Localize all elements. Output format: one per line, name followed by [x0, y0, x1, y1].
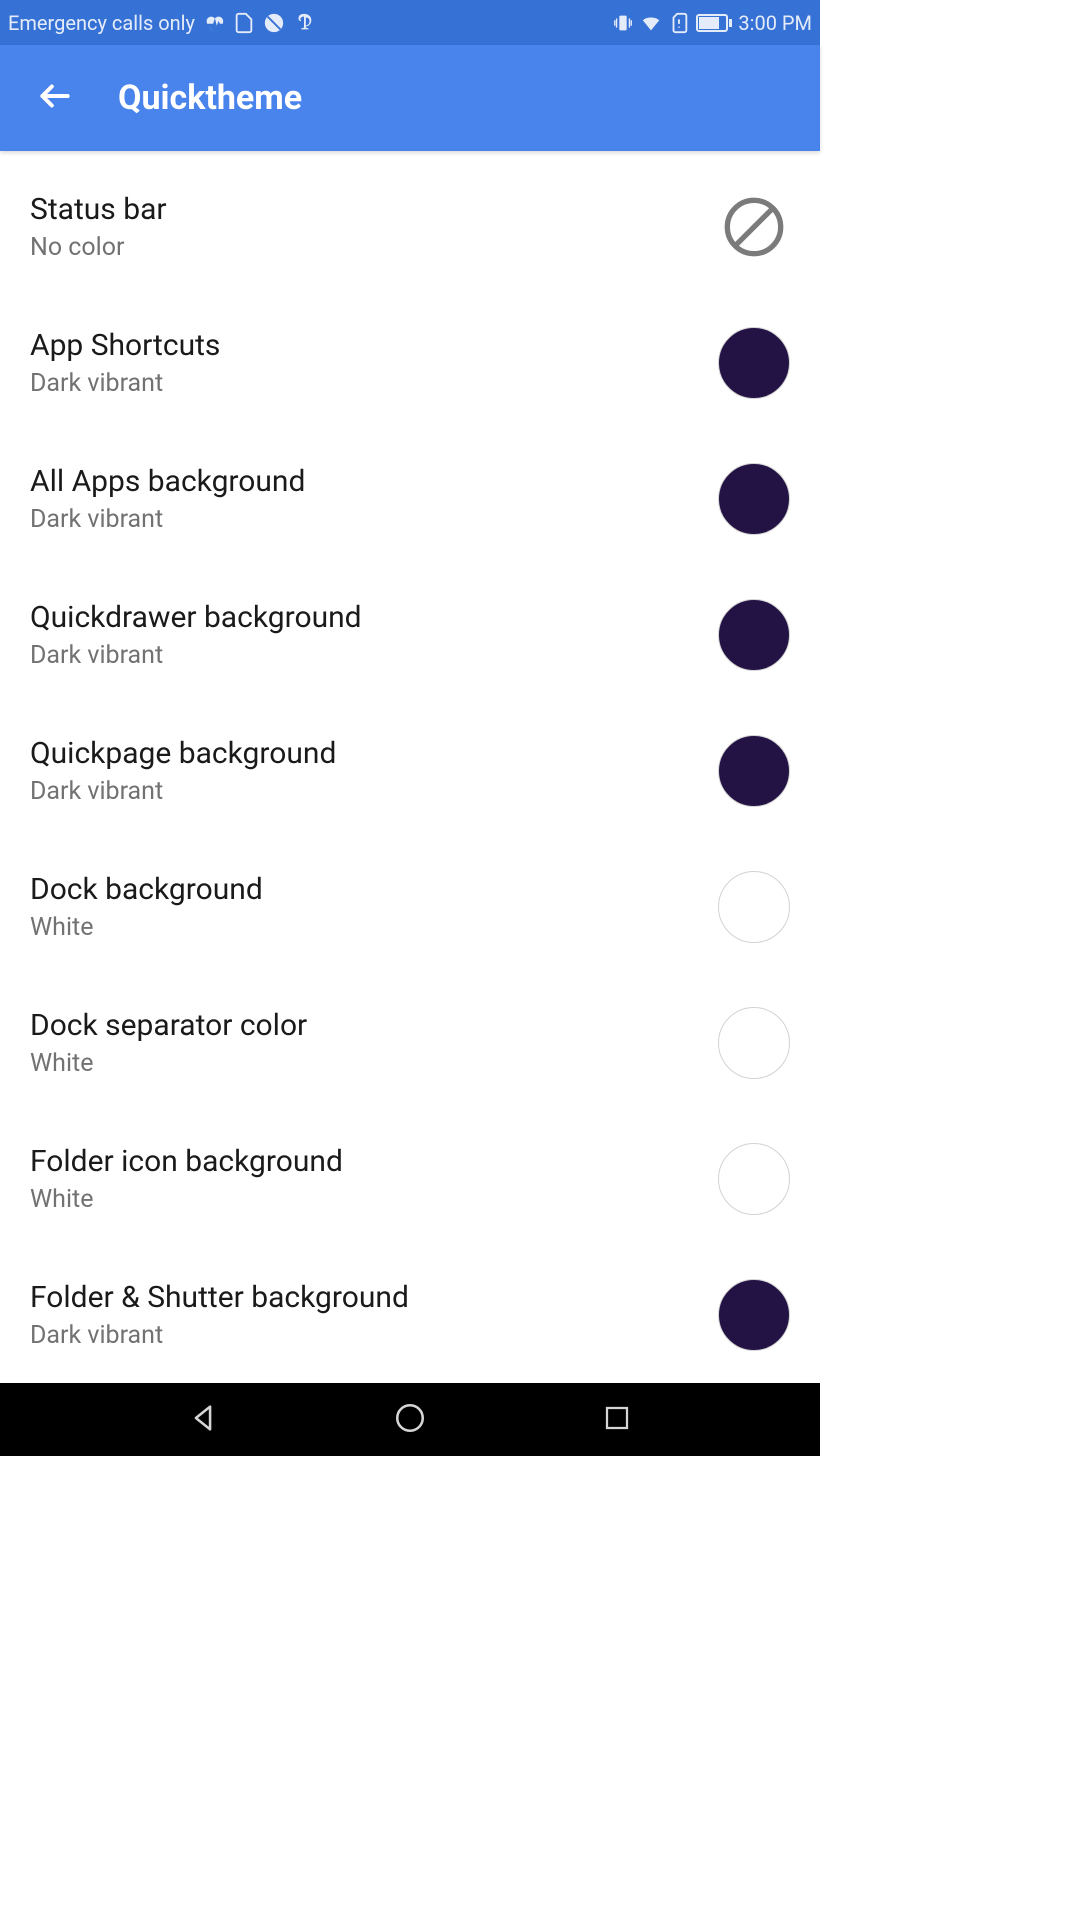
- screen: Emergency calls only: [0, 0, 820, 1456]
- setting-text: App Shortcuts Dark vibrant: [30, 328, 220, 398]
- app-bar: Quicktheme: [0, 45, 820, 151]
- setting-row[interactable]: Folder & Shutter background Dark vibrant: [0, 1247, 820, 1383]
- settings-list: Status bar No color App Shortcuts Dark vibr…: [0, 151, 820, 1383]
- setting-row[interactable]: All Apps background Dark vibrant: [0, 431, 820, 567]
- setting-title: Status bar: [30, 192, 167, 227]
- setting-row[interactable]: Folder icon background White: [0, 1111, 820, 1247]
- sim-alert-icon: [668, 12, 690, 34]
- setting-text: Dock separator color White: [30, 1008, 307, 1078]
- color-swatch: [718, 1007, 790, 1079]
- carrier-text: Emergency calls only: [8, 11, 195, 35]
- setting-subtitle: Dark vibrant: [30, 369, 220, 398]
- back-button[interactable]: [28, 71, 82, 125]
- setting-title: All Apps background: [30, 464, 305, 499]
- do-not-disturb-icon: [263, 12, 285, 34]
- color-swatch: [718, 463, 790, 535]
- color-swatch: [718, 735, 790, 807]
- color-swatch: [718, 1143, 790, 1215]
- setting-row[interactable]: Quickdrawer background Dark vibrant: [0, 567, 820, 703]
- clock-text: 3:00 PM: [738, 11, 812, 35]
- setting-subtitle: Dark vibrant: [30, 505, 305, 534]
- navigation-bar: [0, 1383, 820, 1456]
- system-status-bar: Emergency calls only: [0, 0, 820, 45]
- setting-row[interactable]: App Shortcuts Dark vibrant: [0, 295, 820, 431]
- setting-subtitle: White: [30, 913, 263, 942]
- heart-icon: [203, 12, 225, 34]
- setting-title: Dock background: [30, 872, 263, 907]
- setting-title: Quickdrawer background: [30, 600, 362, 635]
- color-swatch: [718, 871, 790, 943]
- status-left: Emergency calls only: [8, 11, 315, 35]
- setting-row[interactable]: Dock separator color White: [0, 975, 820, 1111]
- setting-subtitle: Dark vibrant: [30, 777, 336, 806]
- setting-text: Status bar No color: [30, 192, 167, 262]
- nav-home-button[interactable]: [385, 1395, 435, 1445]
- setting-text: Folder icon background White: [30, 1144, 343, 1214]
- setting-title: Folder icon background: [30, 1144, 343, 1179]
- document-icon: [233, 12, 255, 34]
- setting-title: Quickpage background: [30, 736, 336, 771]
- arrow-back-icon: [36, 77, 74, 119]
- setting-row[interactable]: Status bar No color: [0, 159, 820, 295]
- nav-home-icon: [393, 1401, 427, 1439]
- setting-title: Dock separator color: [30, 1008, 307, 1043]
- nyt-icon: [293, 12, 315, 34]
- nav-back-icon: [186, 1401, 220, 1439]
- app-bar-title: Quicktheme: [118, 78, 302, 118]
- setting-subtitle: Dark vibrant: [30, 641, 362, 670]
- nav-recent-icon: [602, 1403, 632, 1437]
- status-right: 3:00 PM: [612, 11, 812, 35]
- setting-row[interactable]: Quickpage background Dark vibrant: [0, 703, 820, 839]
- setting-text: Quickdrawer background Dark vibrant: [30, 600, 362, 670]
- color-swatch: [718, 327, 790, 399]
- setting-subtitle: White: [30, 1185, 343, 1214]
- setting-row[interactable]: Dock background White: [0, 839, 820, 975]
- setting-subtitle: White: [30, 1049, 307, 1078]
- nav-recent-button[interactable]: [592, 1395, 642, 1445]
- setting-title: Folder & Shutter background: [30, 1280, 409, 1315]
- color-swatch: [718, 599, 790, 671]
- setting-text: All Apps background Dark vibrant: [30, 464, 305, 534]
- battery-icon: [696, 14, 732, 32]
- setting-title: App Shortcuts: [30, 328, 220, 363]
- color-swatch: [718, 1279, 790, 1351]
- setting-subtitle: No color: [30, 233, 167, 262]
- nav-back-button[interactable]: [178, 1395, 228, 1445]
- vibrate-icon: [612, 12, 634, 34]
- setting-subtitle: Dark vibrant: [30, 1321, 409, 1350]
- setting-text: Folder & Shutter background Dark vibrant: [30, 1280, 409, 1350]
- no-color-icon: [718, 191, 790, 263]
- setting-text: Quickpage background Dark vibrant: [30, 736, 336, 806]
- wifi-icon: [640, 12, 662, 34]
- setting-text: Dock background White: [30, 872, 263, 942]
